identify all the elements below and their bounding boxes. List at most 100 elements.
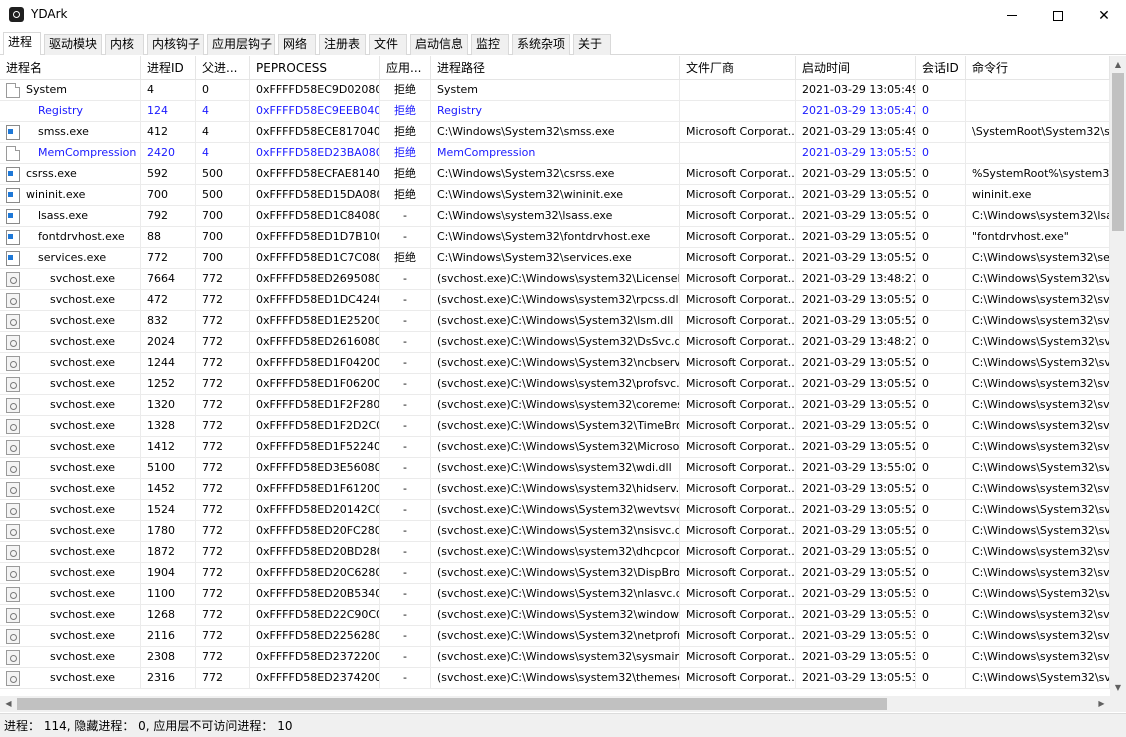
col-ppid-cell: 772 xyxy=(196,521,250,542)
process-name-cell: svchost.exe xyxy=(0,542,141,563)
vertical-scrollbar[interactable]: ▲ ▼ xyxy=(1110,56,1126,696)
minimize-button[interactable] xyxy=(989,0,1035,31)
table-row[interactable]: svchost.exe 1328 772 0xFFFFD58ED1F2D2C0- (sv… xyxy=(0,416,1110,437)
process-name: svchost.exe xyxy=(50,650,116,663)
col-session-cell: 0 xyxy=(916,437,966,458)
col-path-header[interactable]: 进程路径 xyxy=(431,56,680,80)
col-session-cell: 0 xyxy=(916,185,966,206)
col-session-header[interactable]: 会话ID xyxy=(916,56,966,80)
col-access-cell: 拒绝 xyxy=(380,248,431,269)
col-vendor-cell: Microsoft Corporat... xyxy=(680,227,796,248)
table-row[interactable]: svchost.exe 1268 772 0xFFFFD58ED22C90C0- (sv… xyxy=(0,605,1110,626)
col-session-cell: 0 xyxy=(916,80,966,101)
tab-8[interactable]: 启动信息 xyxy=(410,34,468,55)
table-row[interactable]: svchost.exe 7664 772 0xFFFFD58ED2695080- (sv… xyxy=(0,269,1110,290)
col-pid-cell: 472 xyxy=(141,290,196,311)
table-row[interactable]: svchost.exe 2316 772 0xFFFFD58ED2374200- (sv… xyxy=(0,668,1110,689)
col-path-cell: System xyxy=(431,80,680,101)
table-row[interactable]: svchost.exe 5100 772 0xFFFFD58ED3E56080- (sv… xyxy=(0,458,1110,479)
col-ppid-cell: 772 xyxy=(196,395,250,416)
table-row[interactable]: svchost.exe 1452 772 0xFFFFD58ED1F61200- (sv… xyxy=(0,479,1110,500)
tab-11[interactable]: 关于 xyxy=(573,34,611,55)
col-vendor-cell: Microsoft Corporat... xyxy=(680,332,796,353)
scroll-right-icon[interactable]: ▶ xyxy=(1093,696,1110,712)
table-row[interactable]: services.exe 772 700 0xFFFFD58ED1C7C080 拒绝 C:… xyxy=(0,248,1110,269)
col-start-time-cell: 2021-03-29 13:05:52 xyxy=(796,290,916,311)
tab-2[interactable]: 内核 xyxy=(105,34,144,55)
col-ppid-cell: 772 xyxy=(196,353,250,374)
table-row[interactable]: csrss.exe 592 500 0xFFFFD58ECFAE8140 拒绝 C:\Wi… xyxy=(0,164,1110,185)
horizontal-scroll-thumb[interactable] xyxy=(17,698,887,710)
tab-7[interactable]: 文件 xyxy=(369,34,407,55)
col-process-name-header[interactable]: 进程名 xyxy=(0,56,141,80)
col-eprocess-cell: 0xFFFFD58ED15DA080 xyxy=(250,185,380,206)
tab-4[interactable]: 应用层钩子 xyxy=(207,34,275,55)
tab-3[interactable]: 内核钩子 xyxy=(147,34,204,55)
table-row[interactable]: svchost.exe 832 772 0xFFFFD58ED1E25200- (svc… xyxy=(0,311,1110,332)
col-session-cell: 0 xyxy=(916,626,966,647)
tab-1[interactable]: 驱动模块 xyxy=(44,34,102,55)
col-eprocess-cell: 0xFFFFD58ECE817040 xyxy=(250,122,380,143)
table-row[interactable]: smss.exe 412 4 0xFFFFD58ECE817040 拒绝 C:\Windo… xyxy=(0,122,1110,143)
tab-9[interactable]: 监控 xyxy=(471,34,509,55)
table-row[interactable]: svchost.exe 2116 772 0xFFFFD58ED2256280- (sv… xyxy=(0,626,1110,647)
tab-5[interactable]: 网络 xyxy=(278,34,316,55)
table-row[interactable]: svchost.exe 1524 772 0xFFFFD58ED20142C0- (sv… xyxy=(0,500,1110,521)
table-row[interactable]: fontdrvhost.exe 88 700 0xFFFFD58ED1D7B100- C… xyxy=(0,227,1110,248)
table-row[interactable]: svchost.exe 2024 772 0xFFFFD58ED2616080- (sv… xyxy=(0,332,1110,353)
table-row[interactable]: svchost.exe 1320 772 0xFFFFD58ED1F2F280- (sv… xyxy=(0,395,1110,416)
table-row[interactable]: svchost.exe 1872 772 0xFFFFD58ED20BD280- (sv… xyxy=(0,542,1110,563)
col-access-cell: 拒绝 xyxy=(380,122,431,143)
close-button[interactable]: ✕ xyxy=(1081,0,1126,31)
table-header: 进程名 进程ID 父进... PEPROCESS 应用... 进程路径 文件厂商 启动时间 会话… xyxy=(0,56,1110,80)
maximize-button[interactable] xyxy=(1035,0,1081,31)
table-row[interactable]: svchost.exe 1244 772 0xFFFFD58ED1F04200- (sv… xyxy=(0,353,1110,374)
col-eprocess-cell: 0xFFFFD58EC9D02080 xyxy=(250,80,380,101)
table-row[interactable]: svchost.exe 472 772 0xFFFFD58ED1DC4240- (svc… xyxy=(0,290,1110,311)
tab-0[interactable]: 进程 xyxy=(3,32,41,55)
col-eprocess-header[interactable]: PEPROCESS xyxy=(250,56,380,80)
col-cmdline-cell: C:\Windows\System32\svch xyxy=(966,584,1110,605)
window-process-icon xyxy=(6,251,20,266)
status-bar: 进程： 114, 隐藏进程： 0, 应用层不可访问进程： 10 xyxy=(0,713,1126,737)
col-access-header[interactable]: 应用... xyxy=(380,56,431,80)
col-access-cell: - xyxy=(380,353,431,374)
tab-10[interactable]: 系统杂项 xyxy=(512,34,570,55)
col-eprocess-cell: 0xFFFFD58ED23BA080 xyxy=(250,143,380,164)
window-title: YDArk xyxy=(31,7,68,21)
vertical-scroll-thumb[interactable] xyxy=(1112,73,1124,231)
scroll-left-icon[interactable]: ◀ xyxy=(0,696,17,712)
col-cmdline-header[interactable]: 命令行 xyxy=(966,56,1110,80)
col-path-cell: Registry xyxy=(431,101,680,122)
horizontal-scrollbar[interactable]: ◀ ▶ xyxy=(0,696,1110,712)
table-row[interactable]: svchost.exe 1780 772 0xFFFFD58ED20FC280- (sv… xyxy=(0,521,1110,542)
table-row[interactable]: svchost.exe 1100 772 0xFFFFD58ED20B5340- (sv… xyxy=(0,584,1110,605)
col-ppid-header[interactable]: 父进... xyxy=(196,56,250,80)
col-pid-cell: 2420 xyxy=(141,143,196,164)
col-start-time-header[interactable]: 启动时间 xyxy=(796,56,916,80)
table-row[interactable]: MemCompression 2420 4 0xFFFFD58ED23BA080 拒绝 M… xyxy=(0,143,1110,164)
table-row[interactable]: svchost.exe 2308 772 0xFFFFD58ED2372200- (sv… xyxy=(0,647,1110,668)
col-pid-header[interactable]: 进程ID xyxy=(141,56,196,80)
col-cmdline-cell: %SystemRoot%\system32\c xyxy=(966,164,1110,185)
col-pid-cell: 792 xyxy=(141,206,196,227)
scroll-down-icon[interactable]: ▼ xyxy=(1110,679,1126,696)
col-vendor-cell: Microsoft Corporat... xyxy=(680,206,796,227)
table-row[interactable]: System 4 0 0xFFFFD58EC9D02080 拒绝 System 2021-0… xyxy=(0,80,1110,101)
table-row[interactable]: svchost.exe 1252 772 0xFFFFD58ED1F06200- (sv… xyxy=(0,374,1110,395)
col-eprocess-cell: 0xFFFFD58ED1F2D2C0 xyxy=(250,416,380,437)
table-row[interactable]: lsass.exe 792 700 0xFFFFD58ED1C84080- C:\Win… xyxy=(0,206,1110,227)
table-row[interactable]: wininit.exe 700 500 0xFFFFD58ED15DA080 拒绝 C:\… xyxy=(0,185,1110,206)
table-row[interactable]: svchost.exe 1904 772 0xFFFFD58ED20C6280- (sv… xyxy=(0,563,1110,584)
col-pid-cell: 1412 xyxy=(141,437,196,458)
table-row[interactable]: Registry 124 4 0xFFFFD58EC9EEB040 拒绝 Registry… xyxy=(0,101,1110,122)
tab-6[interactable]: 注册表 xyxy=(319,34,366,55)
scroll-up-icon[interactable]: ▲ xyxy=(1110,56,1126,73)
col-access-cell: - xyxy=(380,290,431,311)
col-cmdline-cell: C:\Windows\system32\svch xyxy=(966,437,1110,458)
col-session-cell: 0 xyxy=(916,290,966,311)
col-vendor-header[interactable]: 文件厂商 xyxy=(680,56,796,80)
process-name: svchost.exe xyxy=(50,314,116,327)
table-row[interactable]: svchost.exe 1412 772 0xFFFFD58ED1F52240- (sv… xyxy=(0,437,1110,458)
process-name: svchost.exe xyxy=(50,545,116,558)
